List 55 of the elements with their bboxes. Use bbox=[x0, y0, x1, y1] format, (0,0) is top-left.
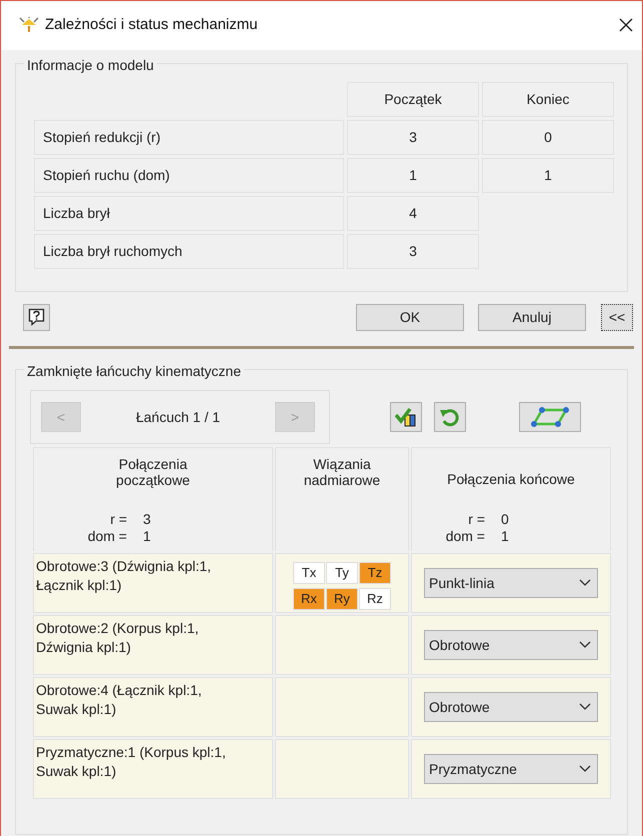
chevron-icon bbox=[579, 579, 591, 587]
table-cell: 3 bbox=[347, 234, 479, 269]
dof-toggle[interactable]: Ty bbox=[326, 562, 358, 584]
end-joint-dropdown[interactable]: Obrotowe bbox=[424, 630, 598, 660]
chain-loop-button[interactable] bbox=[519, 402, 581, 432]
joint-cell-text: Obrotowe:2 (Korpus kpl:1, Dźwignia kpl:1) bbox=[35, 619, 200, 657]
chevron-icon bbox=[579, 703, 591, 711]
joint-cell-text: Obrotowe:3 (Dźwignia kpl:1, Łącznik kpl:1) bbox=[35, 557, 212, 595]
undo-button[interactable] bbox=[434, 402, 466, 432]
summary-value: 0 bbox=[501, 511, 510, 528]
column-header: Koniec bbox=[482, 82, 614, 117]
summary-label: r = bbox=[467, 511, 486, 528]
dof-toggle[interactable]: Ry bbox=[326, 588, 358, 610]
undo-icon bbox=[439, 407, 461, 427]
end-joint-dropdown[interactable]: Punkt-linia bbox=[424, 568, 598, 598]
ok-button[interactable]: OK bbox=[356, 304, 464, 330]
summary-value: 1 bbox=[501, 528, 510, 545]
summary-value: 3 bbox=[143, 511, 152, 528]
dof-toggle[interactable]: Tz bbox=[359, 562, 391, 584]
column-header: Połączenia początkowe bbox=[115, 456, 191, 488]
table-cell: 1 bbox=[347, 158, 479, 193]
row-label: Stopień ruchu (dom) bbox=[34, 158, 344, 193]
cancel-button[interactable]: Anuluj bbox=[478, 304, 586, 330]
summary-label: dom = bbox=[86, 528, 128, 545]
summary-label: dom = bbox=[444, 528, 486, 545]
joint-cell-text: Obrotowe:4 (Łącznik kpl:1, Suwak kpl:1) bbox=[35, 681, 203, 719]
table-cell: 0 bbox=[482, 120, 614, 155]
summary-label: r = bbox=[109, 511, 128, 528]
row-label: Liczba brył ruchomych bbox=[34, 234, 344, 269]
parallelogram-icon bbox=[530, 406, 570, 428]
table-cell: 3 bbox=[347, 120, 479, 155]
column-header: Wiązania nadmiarowe bbox=[302, 456, 382, 488]
check-button[interactable] bbox=[390, 402, 422, 432]
row-label: Liczba brył bbox=[34, 196, 344, 231]
end-joint-dropdown[interactable]: Pryzmatyczne bbox=[424, 754, 598, 784]
help-button[interactable] bbox=[23, 304, 50, 330]
table-cell: 4 bbox=[347, 196, 479, 231]
end-joint-dropdown[interactable]: Obrotowe bbox=[424, 692, 598, 722]
row-label: Stopień redukcji (r) bbox=[34, 120, 344, 155]
joint-cell-text: Pryzmatyczne:1 (Korpus kpl:1, Suwak kpl:1) bbox=[35, 743, 227, 781]
dof-toggle[interactable]: Tx bbox=[293, 562, 325, 584]
dof-toggle[interactable]: Rz bbox=[359, 588, 391, 610]
chevron-icon bbox=[579, 641, 591, 649]
chain-label: Łańcuch 1 / 1 bbox=[136, 408, 220, 426]
column-header: Połączenia końcowe bbox=[447, 471, 575, 487]
summary-value: 1 bbox=[143, 528, 152, 545]
chevron-icon bbox=[579, 765, 591, 773]
window-title: Zależności i status mechanizmu bbox=[45, 15, 259, 36]
help-icon bbox=[28, 308, 45, 326]
collapse-button[interactable]: << bbox=[601, 304, 633, 330]
column-header: Początek bbox=[347, 82, 479, 117]
dof-toggle[interactable]: Rx bbox=[293, 588, 325, 610]
check-icon bbox=[395, 407, 417, 427]
app-icon bbox=[19, 16, 39, 34]
table-cell: 1 bbox=[482, 158, 614, 193]
